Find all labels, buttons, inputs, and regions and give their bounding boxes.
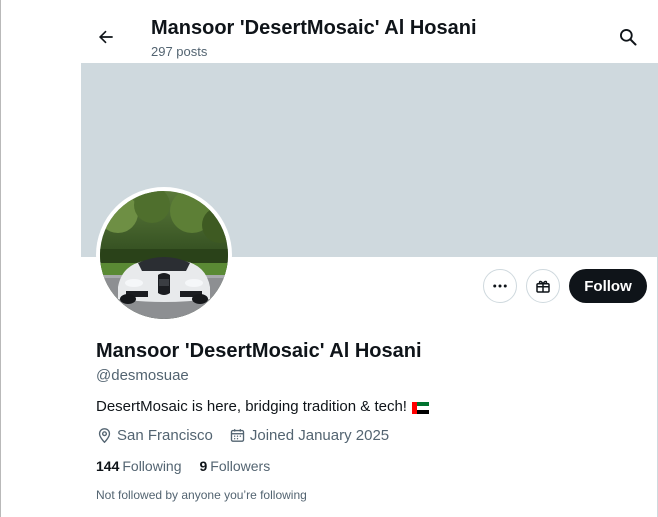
location-text: San Francisco: [117, 427, 213, 444]
following-label: Following: [122, 458, 182, 474]
header-title: Mansoor 'DesertMosaic' Al Hosani: [151, 17, 477, 39]
more-options-button[interactable]: [483, 269, 517, 303]
profile-header: Mansoor 'DesertMosaic' Al Hosani 297 pos…: [81, 0, 658, 63]
followers-link[interactable]: 9 Followers: [200, 458, 271, 474]
gift-icon: [536, 280, 550, 293]
calendar-icon: [230, 429, 245, 442]
back-arrow-icon: [98, 30, 113, 44]
location-pin-icon: [98, 428, 111, 444]
follow-stats: 144 Following 9 Followers: [96, 458, 270, 474]
left-border: [0, 0, 1, 517]
profile-meta: San Francisco Joined January 2025: [96, 427, 389, 444]
display-name: Mansoor 'DesertMosaic' Al Hosani: [96, 340, 422, 362]
following-count: 144: [96, 458, 120, 474]
following-link[interactable]: 144 Following: [96, 458, 182, 474]
bio: DesertMosaic is here, bridging tradition…: [96, 398, 429, 415]
posts-count: 297 posts: [151, 44, 208, 59]
more-icon: [493, 284, 507, 288]
location: San Francisco: [96, 427, 213, 444]
uae-flag-icon: [411, 401, 429, 414]
not-followed-note: Not followed by anyone you’re following: [96, 488, 307, 502]
bio-text: DesertMosaic is here, bridging tradition…: [96, 398, 407, 415]
follow-button[interactable]: Follow: [569, 269, 647, 303]
avatar[interactable]: [96, 187, 232, 323]
user-handle: @desmosuae: [96, 367, 189, 384]
search-icon: [620, 29, 637, 46]
join-date-text: Joined January 2025: [249, 427, 390, 444]
search-button[interactable]: [613, 22, 643, 52]
back-button[interactable]: [91, 22, 121, 52]
followers-count: 9: [199, 458, 208, 474]
avatar-car-photo: [100, 191, 228, 319]
join-date: Joined January 2025: [229, 427, 389, 444]
gift-button[interactable]: [526, 269, 560, 303]
followers-label: Followers: [210, 458, 271, 474]
